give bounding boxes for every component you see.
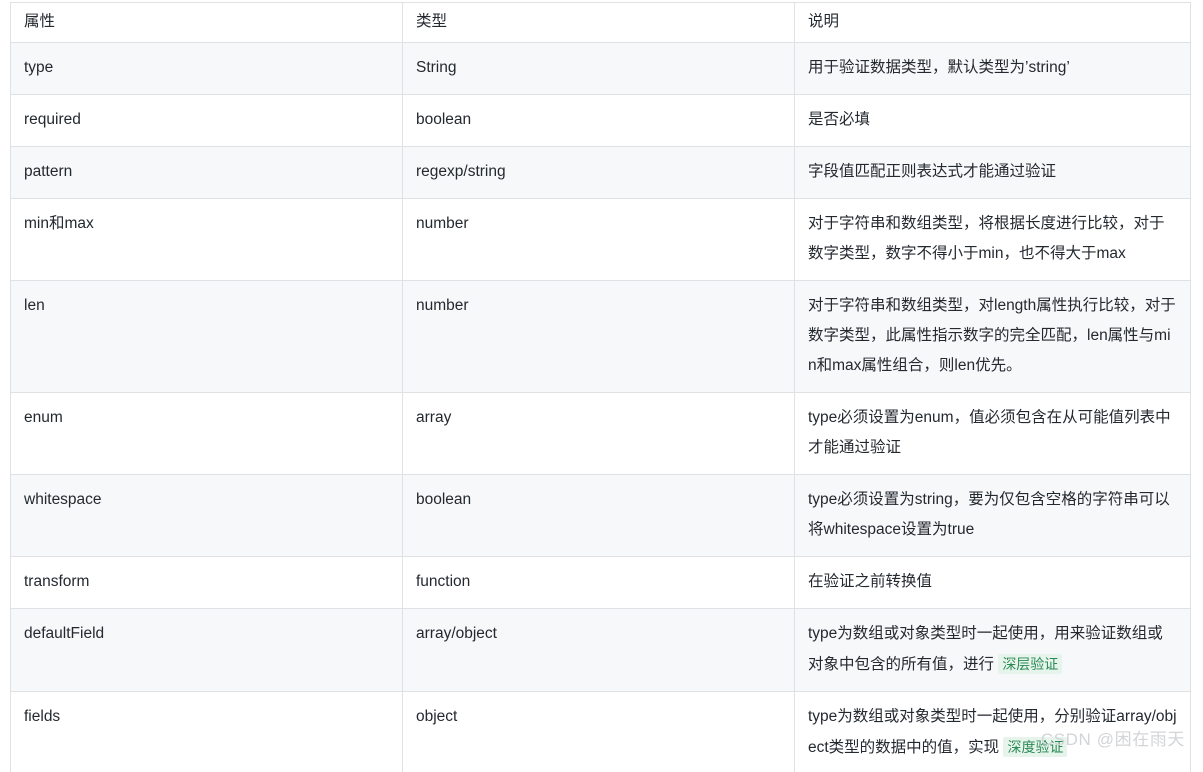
validation-rules-table: 属性 类型 说明 type String 用于验证数据类型，默认类型为’string… (10, 2, 1191, 772)
table-row: type String 用于验证数据类型，默认类型为’string’ (10, 42, 1191, 95)
cell-attribute: min和max (10, 198, 403, 281)
cell-attribute: required (10, 94, 403, 147)
cell-type: boolean (402, 474, 795, 557)
column-header-attribute: 属性 (10, 2, 403, 43)
cell-type: array/object (402, 608, 795, 692)
table-row: transform function 在验证之前转换值 (10, 556, 1191, 609)
table-body: type String 用于验证数据类型，默认类型为’string’ required… (10, 42, 1191, 772)
cell-attribute: enum (10, 392, 403, 475)
cell-type: String (402, 42, 795, 95)
cell-attribute: whitespace (10, 474, 403, 557)
cell-description: type必须设置为string，要为仅包含空格的字符串可以将whitespace… (794, 474, 1191, 557)
table-header-row: 属性 类型 说明 (10, 2, 1191, 43)
cell-type: array (402, 392, 795, 475)
cell-description: 是否必填 (794, 94, 1191, 147)
table-row: defaultField array/object type为数组或对象类型时一起使… (10, 608, 1191, 692)
cell-description: type为数组或对象类型时一起使用，用来验证数组或对象中包含的所有值，进行 深层… (794, 608, 1191, 692)
cell-attribute: len (10, 280, 403, 393)
table-header: 属性 类型 说明 (10, 2, 1191, 43)
cell-attribute: transform (10, 556, 403, 609)
table-row: whitespace boolean type必须设置为string，要为仅包含空格… (10, 474, 1191, 557)
cell-description: type必须设置为enum，值必须包含在从可能值列表中才能通过验证 (794, 392, 1191, 475)
cell-type: regexp/string (402, 146, 795, 199)
column-header-description: 说明 (794, 2, 1191, 43)
description-text: type为数组或对象类型时一起使用，分别验证array/object类型的数据中… (808, 708, 1177, 756)
cell-type: object (402, 691, 795, 772)
table-row: fields object type为数组或对象类型时一起使用，分别验证array/… (10, 691, 1191, 772)
table-row: min和max number 对于字符串和数组类型，将根据长度进行比较，对于数字类型… (10, 198, 1191, 281)
highlight-badge[interactable]: 深层验证 (998, 654, 1063, 674)
table-row: enum array type必须设置为enum，值必须包含在从可能值列表中才能通过… (10, 392, 1191, 475)
cell-description: type为数组或对象类型时一起使用，分别验证array/object类型的数据中… (794, 691, 1191, 772)
cell-type: number (402, 280, 795, 393)
cell-attribute: defaultField (10, 608, 403, 692)
table-row: required boolean 是否必填 (10, 94, 1191, 147)
cell-type: number (402, 198, 795, 281)
cell-attribute: fields (10, 691, 403, 772)
cell-description: 对于字符串和数组类型，对length属性执行比较，对于数字类型，此属性指示数字的… (794, 280, 1191, 393)
table-row: len number 对于字符串和数组类型，对length属性执行比较，对于数字类型… (10, 280, 1191, 393)
cell-type: function (402, 556, 795, 609)
cell-attribute: pattern (10, 146, 403, 199)
table-row: pattern regexp/string 字段值匹配正则表达式才能通过验证 (10, 146, 1191, 199)
cell-description: 在验证之前转换值 (794, 556, 1191, 609)
highlight-badge[interactable]: 深度验证 (1003, 737, 1068, 757)
description-text: type为数组或对象类型时一起使用，用来验证数组或对象中包含的所有值，进行 (808, 625, 1163, 673)
cell-attribute: type (10, 42, 403, 95)
document-body: 属性 类型 说明 type String 用于验证数据类型，默认类型为’string… (0, 0, 1203, 772)
cell-description: 对于字符串和数组类型，将根据长度进行比较，对于数字类型，数字不得小于min，也不… (794, 198, 1191, 281)
column-header-type: 类型 (402, 2, 795, 43)
cell-description: 字段值匹配正则表达式才能通过验证 (794, 146, 1191, 199)
cell-description: 用于验证数据类型，默认类型为’string’ (794, 42, 1191, 95)
cell-type: boolean (402, 94, 795, 147)
